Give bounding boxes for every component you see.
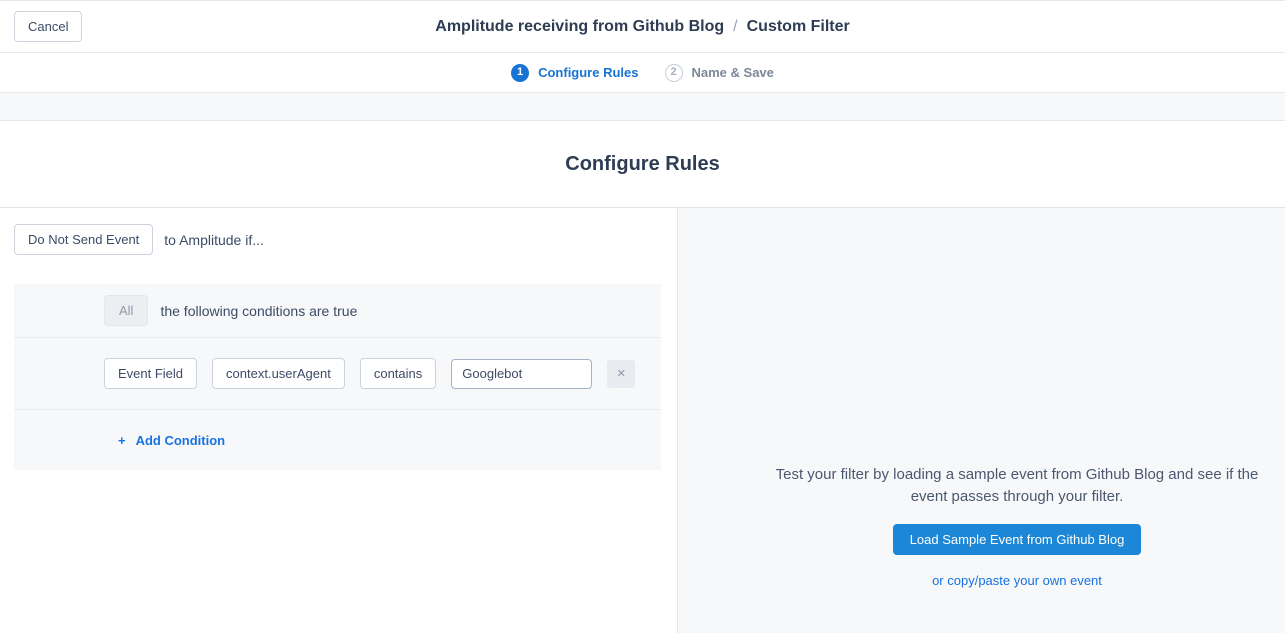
- breadcrumb-primary: Amplitude receiving from Github Blog: [435, 18, 724, 35]
- breadcrumb-secondary: Custom Filter: [747, 18, 850, 35]
- step-2-badge: 2: [665, 64, 683, 82]
- filter-action-suffix: to Amplitude if...: [164, 232, 264, 248]
- condition-type-button[interactable]: Event Field: [104, 358, 197, 389]
- breadcrumb-separator: /: [733, 18, 737, 35]
- operator-select[interactable]: All: [104, 295, 148, 326]
- test-description: Test your filter by loading a sample eve…: [767, 464, 1267, 508]
- remove-condition-button[interactable]: ×: [607, 360, 635, 388]
- filter-action-button[interactable]: Do Not Send Event: [14, 224, 153, 255]
- condition-row: Event Field context.userAgent contains ×: [14, 338, 661, 410]
- add-condition-row: + Add Condition: [14, 410, 661, 470]
- breadcrumb: Amplitude receiving from Github Blog / Cus…: [435, 18, 849, 36]
- step-1-label: Configure Rules: [538, 65, 638, 80]
- plus-icon: +: [118, 433, 126, 448]
- condition-group: All the following conditions are true Ev…: [14, 284, 661, 470]
- load-sample-event-button[interactable]: Load Sample Event from Github Blog: [893, 524, 1142, 555]
- cancel-button[interactable]: Cancel: [14, 11, 82, 42]
- rules-panel: Do Not Send Event to Amplitude if... All…: [0, 208, 678, 633]
- operator-suffix: the following conditions are true: [160, 303, 357, 319]
- page-title: Configure Rules: [565, 153, 719, 176]
- step-2-label: Name & Save: [692, 65, 774, 80]
- sub-header-band: [0, 93, 1285, 121]
- add-condition-button[interactable]: + Add Condition: [118, 433, 225, 448]
- condition-field-button[interactable]: context.userAgent: [212, 358, 345, 389]
- test-panel-content: Test your filter by loading a sample eve…: [767, 464, 1267, 590]
- main-area: Do Not Send Event to Amplitude if... All…: [0, 208, 1285, 633]
- condition-value-input[interactable]: [451, 359, 592, 389]
- paste-event-link[interactable]: or copy/paste your own event: [932, 573, 1102, 588]
- step-configure-rules[interactable]: 1 Configure Rules: [511, 64, 638, 82]
- top-bar: Cancel Amplitude receiving from Github B…: [0, 0, 1285, 53]
- step-name-save[interactable]: 2 Name & Save: [665, 64, 774, 82]
- step-1-badge: 1: [511, 64, 529, 82]
- close-icon: ×: [617, 365, 626, 382]
- title-section: Configure Rules: [0, 121, 1285, 208]
- test-panel: Test your filter by loading a sample eve…: [678, 208, 1285, 633]
- filter-action-row: Do Not Send Event to Amplitude if...: [14, 224, 663, 255]
- condition-group-header: All the following conditions are true: [14, 284, 661, 338]
- condition-operator-button[interactable]: contains: [360, 358, 436, 389]
- step-indicator: 1 Configure Rules 2 Name & Save: [0, 53, 1285, 93]
- add-condition-label: Add Condition: [136, 433, 226, 448]
